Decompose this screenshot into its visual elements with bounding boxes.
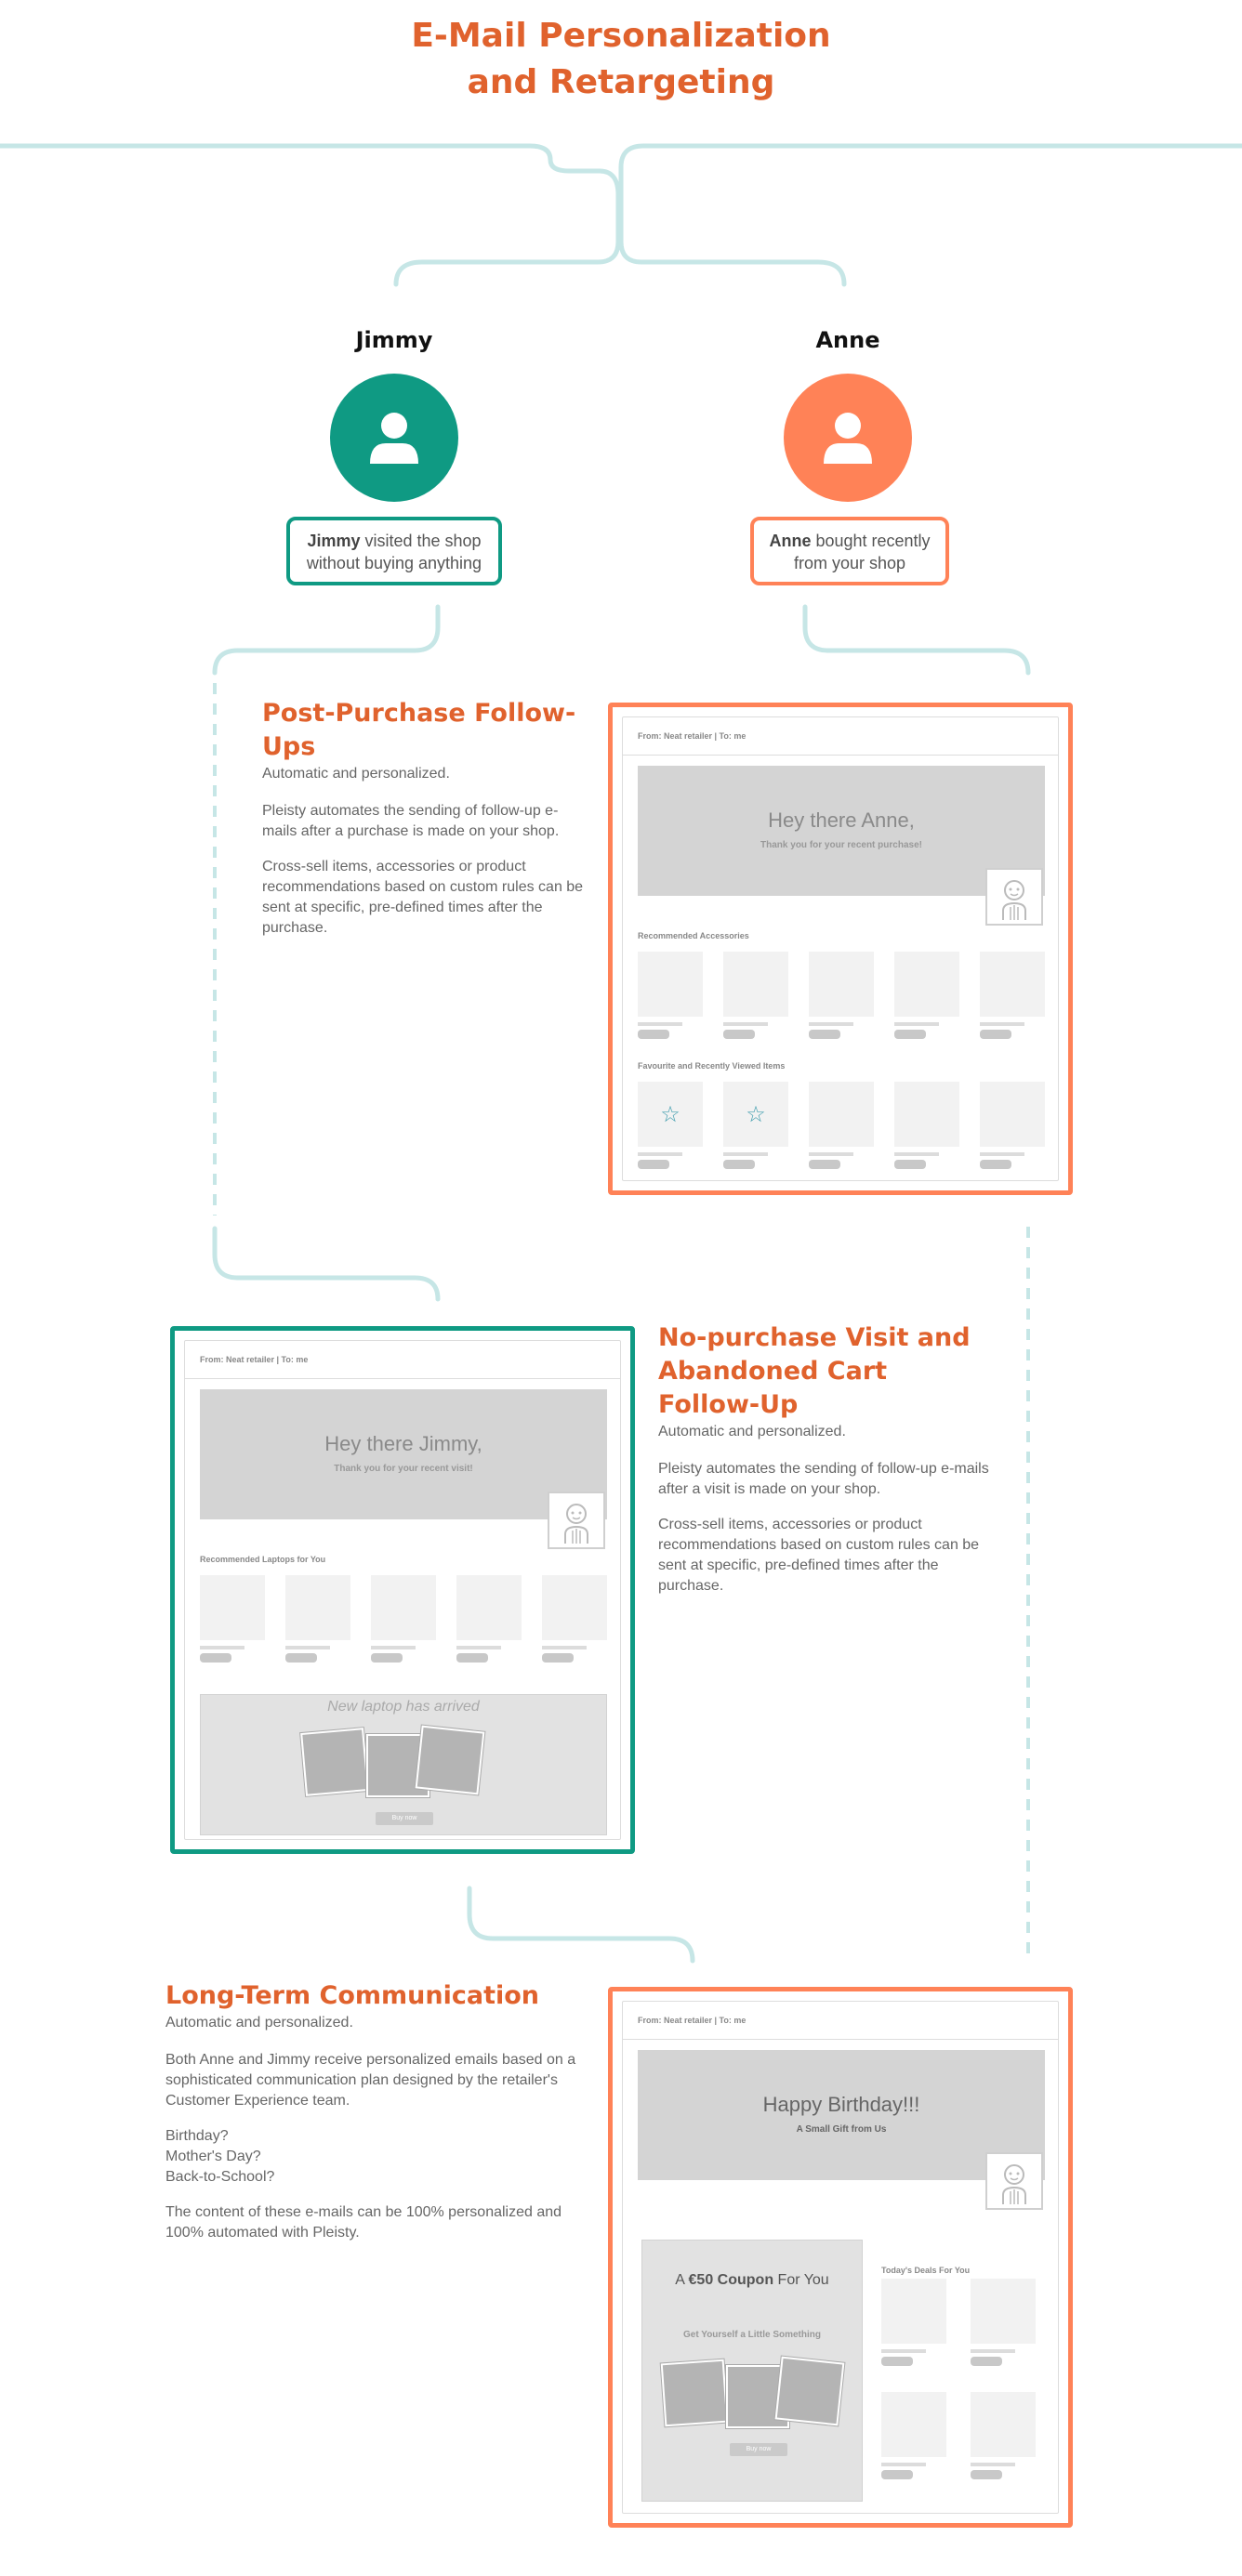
section-paragraph: The content of these e-mails can be 100%… bbox=[165, 2204, 562, 2241]
occasion-item: Birthday? bbox=[165, 2128, 229, 2144]
section-paragraph: Cross-sell items, accessories or product… bbox=[262, 859, 584, 936]
recommended-accessories-label: Recommended Accessories bbox=[638, 931, 749, 940]
email-subtitle: Thank you for your recent visit! bbox=[334, 1464, 473, 1474]
product-tile[interactable] bbox=[371, 1575, 436, 1663]
persona-name-anne: Anne bbox=[815, 327, 880, 353]
star-icon: ☆ bbox=[746, 1101, 766, 1127]
occasion-item: Back-to-School? bbox=[165, 2169, 275, 2185]
email-mockup-jimmy: From: Neat retailer | To: me Hey there J… bbox=[170, 1326, 635, 1854]
email-mockup-birthday: From: Neat retailer | To: me Happy Birth… bbox=[608, 1987, 1073, 2528]
email-subtitle: Thank you for your recent purchase! bbox=[760, 840, 922, 850]
email-subtitle: A Small Gift from Us bbox=[796, 2124, 887, 2135]
email-hero: Hey there Anne, Thank you for your recen… bbox=[638, 766, 1045, 896]
product-tile[interactable] bbox=[980, 1082, 1045, 1169]
section-paragraph: Cross-sell items, accessories or product… bbox=[658, 1517, 980, 1594]
product-tile[interactable] bbox=[723, 952, 788, 1039]
person-icon bbox=[564, 1504, 588, 1544]
person-icon bbox=[1002, 880, 1026, 920]
product-tile[interactable] bbox=[881, 2392, 946, 2479]
section-title: Long-Term Communication bbox=[165, 1981, 540, 2010]
email-greeting: Hey there Jimmy, bbox=[324, 1432, 482, 1455]
avatar-anne bbox=[784, 374, 912, 502]
section-paragraph: Pleisty automates the sending of follow-… bbox=[658, 1461, 989, 1497]
product-tile[interactable] bbox=[971, 2279, 1036, 2366]
persona-name-jimmy: Jimmy bbox=[355, 327, 433, 353]
product-tile[interactable]: ☆ bbox=[723, 1082, 788, 1169]
new-laptop-banner: New laptop has arrived Buy now bbox=[200, 1694, 607, 1835]
user-icon bbox=[824, 413, 872, 464]
favourite-items-label: Favourite and Recently Viewed Items bbox=[638, 1061, 786, 1071]
page-title: E-Mail Personalization and Retargeting bbox=[411, 17, 831, 101]
email-greeting: Happy Birthday!!! bbox=[762, 2093, 920, 2116]
section-post-purchase: Post-Purchase Follow-Ups Automatic and p… bbox=[262, 697, 589, 953]
persona-bubble-anne: Anne bought recently from your shop bbox=[750, 517, 949, 585]
product-photo bbox=[774, 2356, 845, 2426]
product-photo bbox=[300, 1728, 369, 1796]
email-mockup-anne: From: Neat retailer | To: me Hey there A… bbox=[608, 703, 1073, 1195]
email-hero: Happy Birthday!!! A Small Gift from Us bbox=[638, 2050, 1045, 2180]
product-tile[interactable] bbox=[542, 1575, 607, 1663]
email-header: From: Neat retailer | To: me bbox=[623, 717, 1058, 756]
occasion-item: Mother's Day? bbox=[165, 2149, 261, 2164]
section-paragraph: Pleisty automates the sending of follow-… bbox=[262, 803, 560, 839]
email-header: From: Neat retailer | To: me bbox=[623, 2002, 1058, 2040]
product-tile[interactable] bbox=[894, 952, 959, 1039]
section-long-term: Long-Term Communication Automatic and pe… bbox=[165, 1979, 584, 2258]
recommended-laptops-label: Recommended Laptops for You bbox=[200, 1555, 326, 1564]
email-hero: Hey there Jimmy, Thank you for your rece… bbox=[200, 1389, 607, 1519]
product-tile[interactable] bbox=[809, 1082, 874, 1169]
email-greeting: Hey there Anne, bbox=[768, 808, 915, 832]
avatar-stamp bbox=[985, 2152, 1043, 2210]
section-subtitle: Automatic and personalized. bbox=[165, 2015, 353, 2031]
avatar-jimmy bbox=[330, 374, 458, 502]
avatar-stamp bbox=[548, 1492, 605, 1549]
section-subtitle: Automatic and personalized. bbox=[658, 1424, 846, 1439]
buy-now-button[interactable]: Buy now bbox=[376, 1812, 433, 1825]
product-tile[interactable] bbox=[638, 952, 703, 1039]
section-paragraph: Both Anne and Jimmy receive personalized… bbox=[165, 2052, 576, 2109]
product-tile[interactable] bbox=[285, 1575, 350, 1663]
coupon-subtitle: Get Yourself a Little Something bbox=[683, 2330, 821, 2340]
product-tile[interactable] bbox=[456, 1575, 522, 1663]
email-header: From: Neat retailer | To: me bbox=[185, 1341, 620, 1379]
product-tile[interactable] bbox=[971, 2392, 1036, 2479]
product-tile[interactable] bbox=[980, 952, 1045, 1039]
product-tile[interactable] bbox=[200, 1575, 265, 1663]
avatar-stamp bbox=[985, 868, 1043, 926]
product-tile[interactable]: ☆ bbox=[638, 1082, 703, 1169]
product-photo bbox=[660, 2359, 729, 2427]
product-tile[interactable] bbox=[881, 2279, 946, 2366]
section-title: No-purchase Visit and Abandoned Cart Fol… bbox=[658, 1323, 971, 1419]
section-title: Post-Purchase Follow-Ups bbox=[262, 699, 576, 761]
person-icon bbox=[1002, 2164, 1026, 2204]
todays-deals-label: Today's Deals For You bbox=[881, 2266, 971, 2275]
product-tile[interactable] bbox=[894, 1082, 959, 1169]
buy-now-button[interactable]: Buy now bbox=[730, 2443, 787, 2456]
coupon-panel: A €50 Coupon For You Get Yourself a Litt… bbox=[641, 2240, 863, 2502]
section-subtitle: Automatic and personalized. bbox=[262, 766, 450, 782]
star-icon: ☆ bbox=[660, 1101, 680, 1127]
product-tile[interactable] bbox=[809, 952, 874, 1039]
section-no-purchase: No-purchase Visit and Abandoned Cart Fol… bbox=[658, 1321, 989, 1611]
persona-bubble-jimmy: Jimmy visited the shop without buying an… bbox=[286, 517, 502, 585]
coupon-title: A €50 Coupon For You bbox=[675, 2272, 829, 2288]
user-icon bbox=[370, 413, 418, 464]
product-photo bbox=[415, 1725, 485, 1795]
banner-title: New laptop has arrived bbox=[327, 1699, 480, 1715]
